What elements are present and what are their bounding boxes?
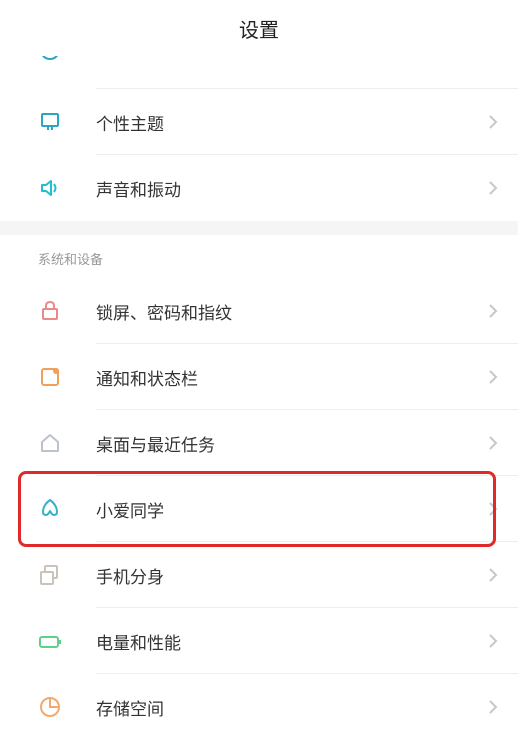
- settings-label: 个性主题: [96, 110, 488, 135]
- chevron-right-icon: [488, 303, 498, 319]
- settings-label: 电量和性能: [96, 629, 488, 654]
- settings-label: 桌面与最近任务: [96, 431, 488, 456]
- settings-label: 通知和状态栏: [96, 365, 488, 390]
- storage-icon: [38, 695, 62, 719]
- settings-row-clone[interactable]: 手机分身: [0, 542, 518, 608]
- theme-icon: [38, 110, 62, 134]
- settings-row-sound[interactable]: 声音和振动: [0, 155, 518, 221]
- home-icon: [38, 431, 62, 455]
- chevron-right-icon: [488, 369, 498, 385]
- settings-row-home[interactable]: 桌面与最近任务: [0, 410, 518, 476]
- settings-label: 存储空间: [96, 695, 488, 720]
- page-title: 设置: [239, 14, 279, 43]
- settings-row-storage[interactable]: 存储空间: [0, 674, 518, 740]
- section-header: 系统和设备: [0, 235, 518, 278]
- section-divider: [0, 221, 518, 235]
- settings-group-1: 个性主题 声音和振动: [0, 56, 518, 221]
- settings-row-theme[interactable]: 个性主题: [0, 89, 518, 155]
- lock-icon: [38, 299, 62, 323]
- settings-label: 锁屏、密码和指纹: [96, 299, 488, 324]
- settings-row-notification[interactable]: 通知和状态栏: [0, 344, 518, 410]
- settings-label: 手机分身: [96, 563, 488, 588]
- settings-label: 声音和振动: [96, 176, 488, 201]
- settings-row-xiaoai[interactable]: 小爱同学: [0, 476, 518, 542]
- clone-icon: [38, 563, 62, 587]
- settings-label: 小爱同学: [96, 497, 488, 522]
- chevron-right-icon: [488, 633, 498, 649]
- notification-icon: [38, 365, 62, 389]
- xiaoai-icon: [38, 497, 62, 521]
- chevron-right-icon: [488, 180, 498, 196]
- settings-row-battery[interactable]: 电量和性能: [0, 608, 518, 674]
- battery-icon: [38, 629, 62, 653]
- page-header: 设置: [0, 0, 518, 56]
- chevron-right-icon: [488, 114, 498, 130]
- settings-row-cutoff[interactable]: [0, 56, 518, 89]
- chevron-right-icon: [488, 699, 498, 715]
- chevron-right-icon: [488, 501, 498, 517]
- sound-icon: [38, 176, 62, 200]
- settings-row-lock[interactable]: 锁屏、密码和指纹: [0, 278, 518, 344]
- cutoff-icon: [38, 56, 62, 62]
- chevron-right-icon: [488, 567, 498, 583]
- chevron-right-icon: [488, 435, 498, 451]
- settings-group-2: 系统和设备 锁屏、密码和指纹 通知和状态栏 桌面与最近任务 小爱同学: [0, 235, 518, 740]
